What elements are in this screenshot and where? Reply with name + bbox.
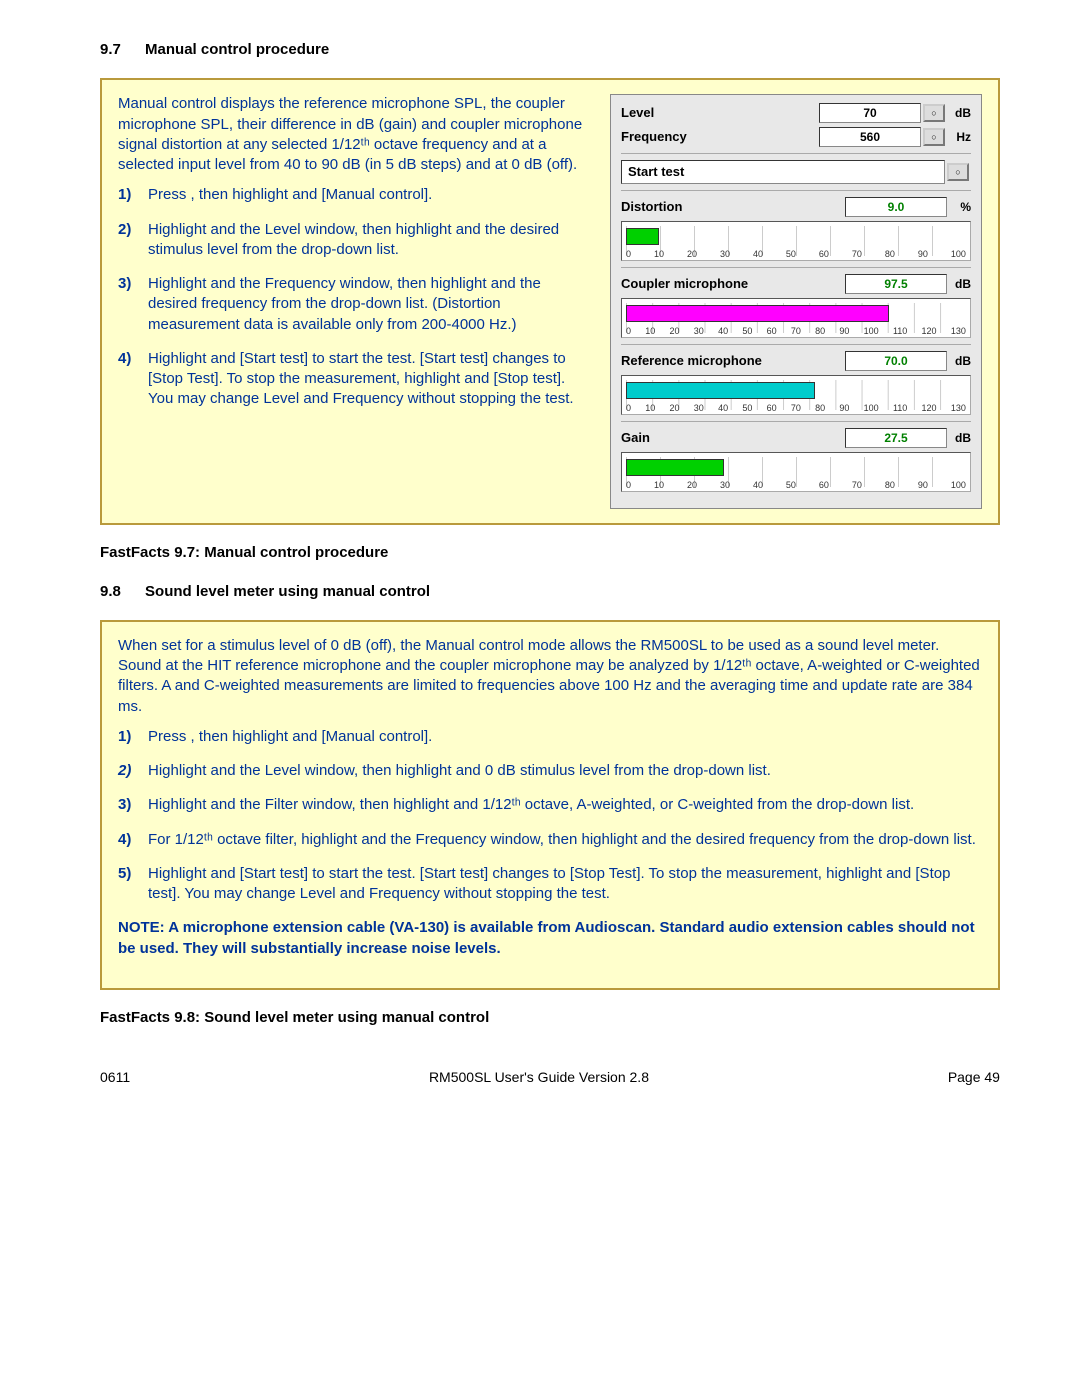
- panel-9-8: When set for a stimulus level of 0 dB (o…: [100, 620, 1000, 990]
- step-9-7-2: Highlight and the Level window, then hig…: [140, 220, 592, 261]
- distortion-bar: 0102030405060708090100: [621, 221, 971, 261]
- steps-9-7: Press , then highlight and [Manual contr…: [118, 185, 592, 409]
- section-title: Manual control procedure: [145, 41, 329, 58]
- coupler-label: Coupler microphone: [621, 275, 845, 293]
- step-9-8-4: For 1/12ᵗʰ octave filter, highlight and …: [140, 830, 982, 850]
- distortion-ticks: 0102030405060708090100: [622, 248, 970, 260]
- frequency-knob-icon[interactable]: [923, 128, 945, 146]
- manual-control-screenshot: Level 70 dB Frequency 560 Hz Start test: [610, 94, 982, 509]
- distortion-label: Distortion: [621, 198, 845, 216]
- frequency-value[interactable]: 560: [819, 127, 921, 147]
- reference-value: 70.0: [845, 351, 947, 371]
- level-label: Level: [621, 104, 819, 122]
- start-test-button[interactable]: Start test: [621, 160, 945, 184]
- frequency-row: Frequency 560 Hz: [621, 127, 971, 147]
- reference-fill: [626, 382, 815, 399]
- gain-ticks: 0102030405060708090100: [622, 479, 970, 491]
- distortion-unit: %: [949, 199, 971, 215]
- coupler-fill: [626, 305, 889, 322]
- footer-center: RM500SL User's Guide Version 2.8: [429, 1068, 649, 1087]
- panel-9-7: Manual control displays the reference mi…: [100, 78, 1000, 525]
- level-value[interactable]: 70: [819, 103, 921, 123]
- note-9-8: NOTE: A microphone extension cable (VA-1…: [118, 918, 982, 959]
- page-footer: 0611 RM500SL User's Guide Version 2.8 Pa…: [100, 1068, 1000, 1087]
- section-number-2: 9.8: [100, 583, 121, 600]
- reference-label: Reference microphone: [621, 352, 845, 370]
- gain-bar: 0102030405060708090100: [621, 452, 971, 492]
- section-9-8-heading: 9.8 Sound level meter using manual contr…: [100, 582, 1000, 602]
- coupler-unit: dB: [949, 276, 971, 292]
- gain-label: Gain: [621, 429, 845, 447]
- step-9-7-4: Highlight and [Start test] to start the …: [140, 349, 592, 410]
- footer-left: 0611: [100, 1068, 130, 1087]
- intro-9-7: Manual control displays the reference mi…: [118, 94, 592, 175]
- section-9-7-heading: 9.7 Manual control procedure: [100, 40, 1000, 60]
- reference-bar: 0102030405060708090100110120130: [621, 375, 971, 415]
- level-unit: dB: [949, 105, 971, 121]
- step-9-8-5: Highlight and [Start test] to start the …: [140, 864, 982, 905]
- gain-unit: dB: [949, 430, 971, 446]
- reference-ticks: 0102030405060708090100110120130: [622, 402, 970, 414]
- section-title-2: Sound level meter using manual control: [145, 583, 430, 600]
- frequency-unit: Hz: [949, 129, 971, 145]
- level-row: Level 70 dB: [621, 103, 971, 123]
- fastfacts-9-8: FastFacts 9.8: Sound level meter using m…: [100, 1008, 1000, 1028]
- step-9-7-3: Highlight and the Frequency window, then…: [140, 274, 592, 335]
- intro-9-8: When set for a stimulus level of 0 dB (o…: [118, 636, 982, 717]
- coupler-bar: 0102030405060708090100110120130: [621, 298, 971, 338]
- steps-9-8: Press , then highlight and [Manual contr…: [118, 727, 982, 905]
- distortion-fill: [626, 228, 659, 245]
- level-knob-icon[interactable]: [923, 104, 945, 122]
- step-9-8-3: Highlight and the Filter window, then hi…: [140, 795, 982, 815]
- gain-fill: [626, 459, 724, 476]
- start-knob-icon[interactable]: [947, 163, 969, 181]
- step-9-8-1: Press , then highlight and [Manual contr…: [140, 727, 982, 747]
- coupler-ticks: 0102030405060708090100110120130: [622, 325, 970, 337]
- fastfacts-9-7: FastFacts 9.7: Manual control procedure: [100, 543, 1000, 563]
- section-number: 9.7: [100, 41, 121, 58]
- step-9-7-1: Press , then highlight and [Manual contr…: [140, 185, 592, 205]
- footer-right: Page 49: [948, 1068, 1000, 1087]
- gain-value: 27.5: [845, 428, 947, 448]
- coupler-value: 97.5: [845, 274, 947, 294]
- reference-unit: dB: [949, 353, 971, 369]
- step-9-8-2: Highlight and the Level window, then hig…: [140, 761, 982, 781]
- frequency-label: Frequency: [621, 128, 819, 146]
- start-test-row: Start test: [621, 160, 971, 184]
- distortion-value: 9.0: [845, 197, 947, 217]
